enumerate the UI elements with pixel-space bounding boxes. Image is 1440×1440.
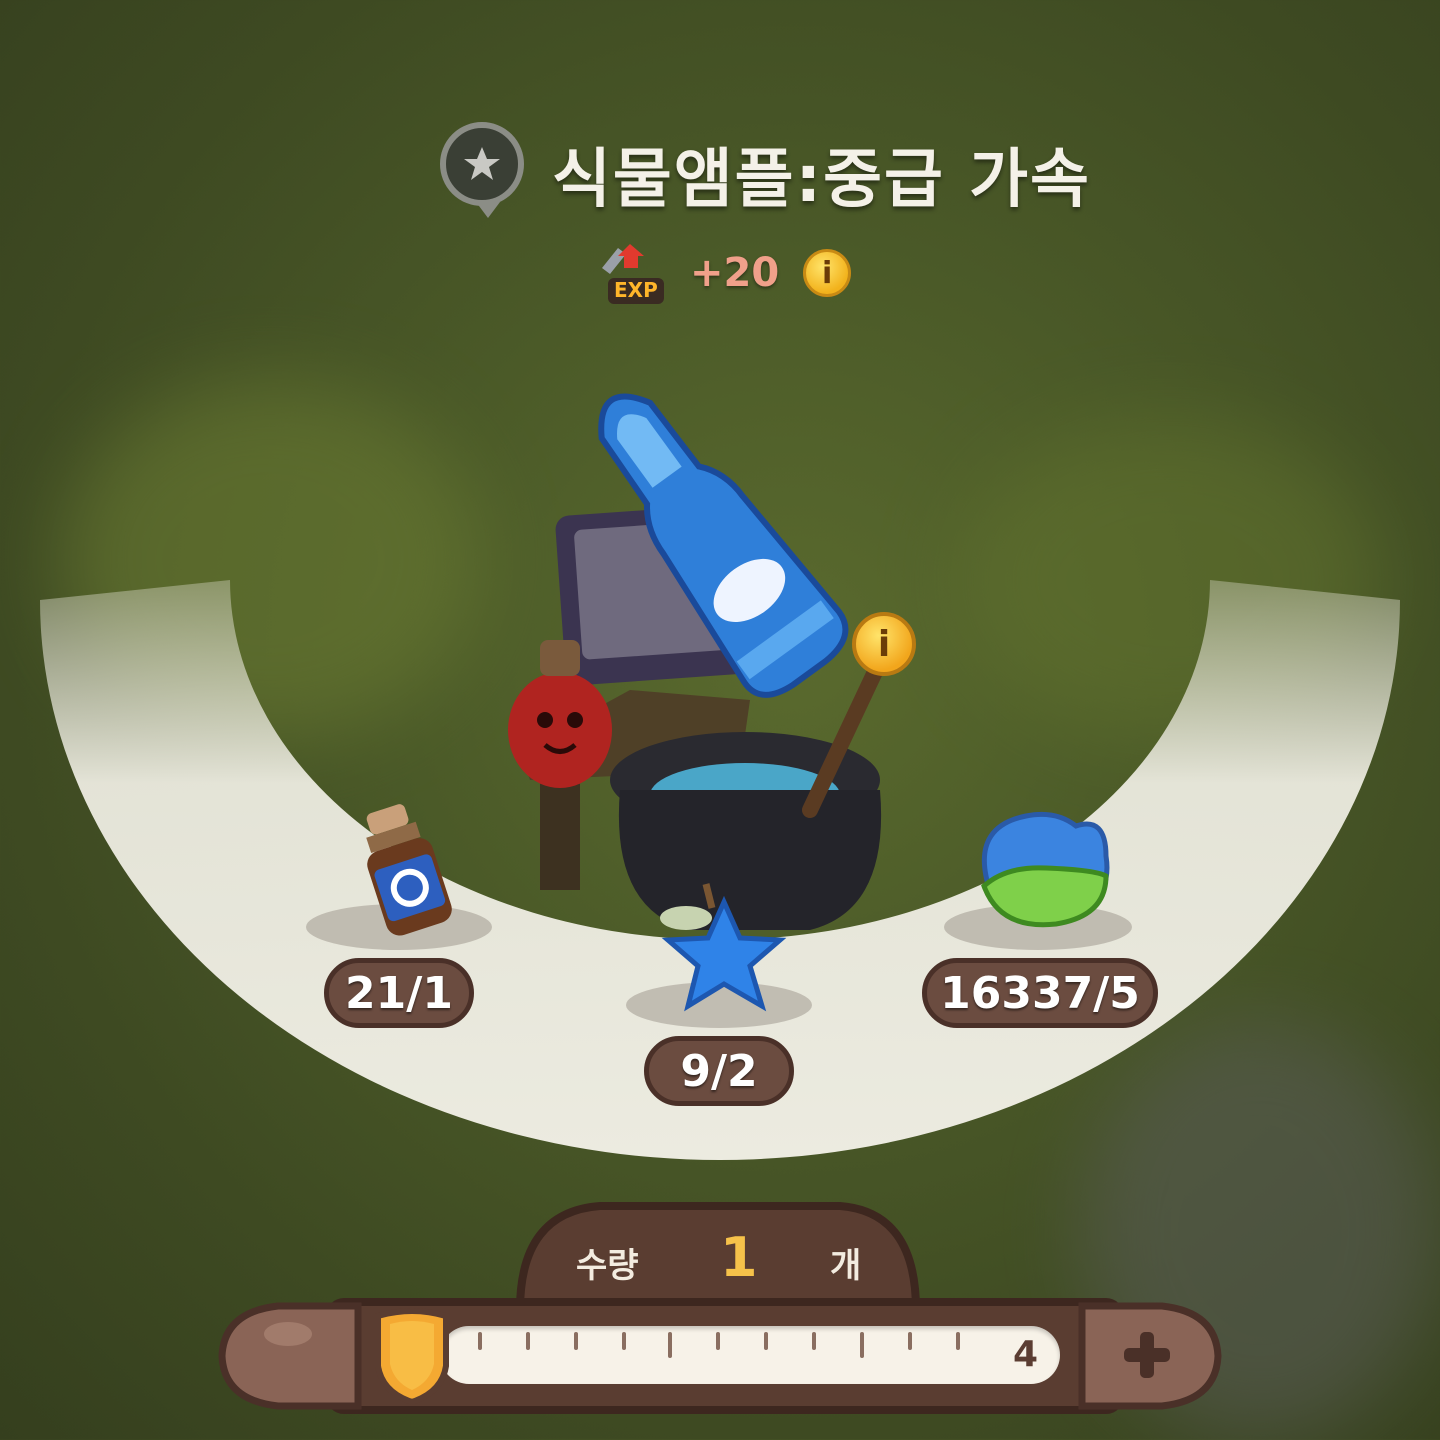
slider-tick [860, 1332, 864, 1358]
slider-handle[interactable] [372, 1308, 452, 1404]
plus-button[interactable] [1072, 1300, 1222, 1412]
slider-tick [716, 1332, 720, 1350]
slider-tick [908, 1332, 912, 1350]
slider-tick [956, 1332, 960, 1350]
slider-tick [668, 1332, 672, 1358]
minus-icon [264, 1322, 312, 1346]
slider-tick [526, 1332, 530, 1350]
quantity-unit: 개 [830, 1246, 862, 1286]
quantity-label: 수량 [576, 1246, 639, 1286]
slider-tick [478, 1332, 482, 1350]
minus-button[interactable] [218, 1300, 368, 1412]
slider-max-label: 4 [1012, 1334, 1038, 1375]
slider-tick [574, 1332, 578, 1350]
quantity-slider[interactable]: 4 [440, 1326, 1060, 1384]
slider-tick [764, 1332, 768, 1350]
slider-tick [622, 1332, 626, 1350]
quantity-value: 1 [720, 1226, 758, 1289]
quantity-panel [326, 1202, 1124, 1414]
slider-tick [812, 1332, 816, 1350]
